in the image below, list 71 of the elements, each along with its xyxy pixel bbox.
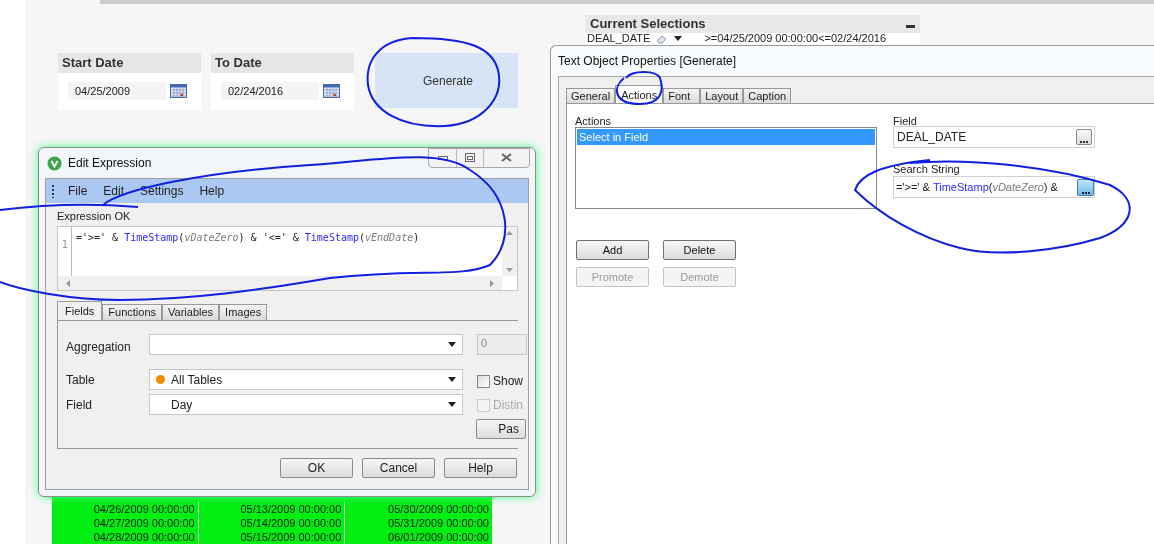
dropdown-arrow-icon[interactable]: [448, 377, 456, 382]
table-cell-text: 04/28/2009 00:00:00: [92, 530, 195, 544]
code-editor[interactable]: 1 ='>=' & TimeStamp(vDateZero) & '<=' & TimeStamp(vEndDate): [57, 226, 518, 291]
dropdown-field[interactable]: Day: [149, 394, 463, 415]
table-cell-text: 06/01/2009 00:00:00: [387, 530, 489, 544]
tab[interactable]: Caption: [743, 88, 792, 104]
field-label: Table: [66, 372, 95, 389]
table-cell-text: 05/15/2009 00:00:00: [239, 530, 342, 544]
table-dot-icon: [156, 375, 165, 384]
menu-item[interactable]: File: [62, 182, 94, 200]
browse-button[interactable]: [1077, 179, 1094, 196]
checkbox[interactable]: [477, 374, 490, 388]
selection-value: >=04/25/2009 00:00:00<=02/24/2016: [704, 33, 887, 44]
menu-item[interactable]: Edit: [97, 182, 131, 200]
field-label: Field: [66, 397, 92, 414]
action-button[interactable]: Delete: [663, 240, 736, 260]
field-label: Field: [893, 114, 917, 129]
menu-item[interactable]: Settings: [134, 182, 190, 200]
checkbox-label: Distin: [493, 397, 523, 414]
action-button[interactable]: Add: [576, 240, 649, 260]
minimize-icon[interactable]: [906, 24, 915, 28]
calendar-icon[interactable]: [323, 84, 340, 98]
panel-title: Current Selections: [590, 15, 706, 34]
code-line: ='>=' & TimeStamp(vDateZero) & '<=' & TimeStamp(vEndDate): [75, 231, 420, 245]
dialog-button[interactable]: Cancel: [362, 458, 435, 478]
table-cell-text: 04/27/2009 00:00:00: [92, 516, 195, 530]
checkbox-label: Show: [493, 373, 524, 390]
field-label: Actions: [575, 114, 612, 129]
ellipsis-icon: [1080, 140, 1088, 144]
number-field: 0: [477, 334, 527, 355]
window-title: Text Object Properties [Generate]: [558, 53, 737, 70]
paste-button[interactable]: Pas: [476, 419, 526, 439]
pen-annotation: [616, 71, 663, 105]
dropdown-field[interactable]: [149, 334, 463, 355]
menu-item[interactable]: Help: [193, 182, 231, 200]
line-number: 1: [61, 238, 68, 251]
close-icon: [501, 153, 512, 162]
dropdown-arrow-icon[interactable]: [674, 36, 683, 41]
ellipsis-icon: [1081, 191, 1090, 195]
filter-title: Start Date: [62, 54, 124, 73]
tab[interactable]: General: [566, 88, 616, 104]
dropdown-arrow-icon[interactable]: [448, 402, 456, 407]
grip-icon: [50, 184, 56, 198]
dialog-button[interactable]: OK: [280, 458, 353, 478]
table-cell-text: 05/14/2009 00:00:00: [239, 516, 342, 530]
table-cell-text: 05/13/2009 00:00:00: [239, 502, 342, 516]
search-string-field[interactable]: ='>=' & TimeStamp(vDateZero) &: [893, 176, 1095, 198]
generate-button[interactable]: Generate: [375, 53, 518, 108]
calendar-icon[interactable]: [170, 84, 187, 98]
tab[interactable]: Font: [663, 88, 701, 104]
browse-button[interactable]: [1076, 129, 1092, 145]
date-field[interactable]: 02/24/2016: [221, 82, 319, 100]
app-logo-icon: [47, 155, 62, 171]
table-cell-text: 04/26/2009 00:00:00: [92, 502, 195, 516]
filter-title: To Date: [215, 54, 262, 73]
maximize-icon: [465, 153, 475, 162]
dropdown-field[interactable]: All Tables: [149, 369, 463, 390]
table-cell-text: 05/31/2009 00:00:00: [387, 516, 489, 530]
field-label: Search String: [893, 162, 960, 177]
tab[interactable]: Layout: [700, 88, 744, 104]
table-cell-text: 05/30/2009 00:00:00: [387, 502, 489, 516]
date-field[interactable]: 04/25/2009: [68, 82, 166, 100]
dialog-button[interactable]: Help: [444, 458, 517, 478]
field-label: Aggregation: [66, 339, 131, 356]
dropdown-arrow-icon[interactable]: [448, 342, 456, 347]
minimize-icon: [437, 155, 448, 160]
text-field[interactable]: DEAL_DATE: [893, 126, 1095, 148]
tab[interactable]: Fields: [57, 301, 103, 321]
window-title: Edit Expression: [68, 155, 152, 172]
selection-field: DEAL_DATE: [587, 33, 651, 44]
status-text: Expression OK: [57, 209, 132, 222]
